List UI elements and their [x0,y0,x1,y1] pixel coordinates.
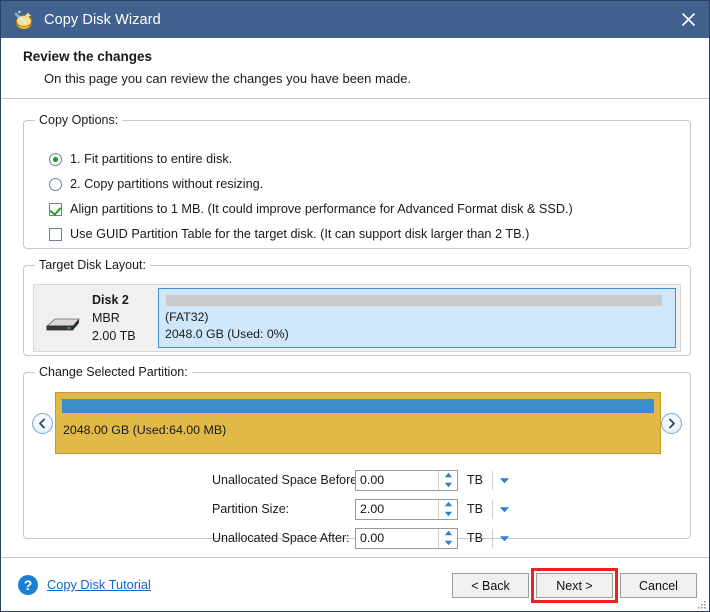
field-unit: TB [467,502,483,516]
field-label: Unallocated Space Before: [212,473,361,487]
option-label: 2. Copy partitions without resizing. [70,177,264,191]
option-fit-partitions[interactable]: 1. Fit partitions to entire disk. [49,152,232,166]
option-use-guid-partition-table[interactable]: Use GUID Partition Table for the target … [49,227,529,241]
option-label: 1. Fit partitions to entire disk. [70,152,233,166]
unallocated-space-before-input[interactable]: 0.00 [355,469,458,491]
spinner-down-icon [444,540,452,545]
target-disk-layout-group: Target Disk Layout: Disk 2 MBR 2.00 TB (… [23,258,691,356]
chevron-left-icon[interactable] [32,413,53,434]
checkbox-align-partitions[interactable] [49,202,62,216]
copy-options-legend: Copy Options: [39,113,119,127]
field-value: 2.00 [360,502,385,516]
footer-bar: ? Copy Disk Tutorial < Back Next > Cance… [2,557,709,611]
selected-partition-block[interactable]: 2048.00 GB (Used:64.00 MB) [55,392,661,454]
spinner-arrows[interactable] [438,528,457,548]
field-unit: TB [467,473,483,487]
cancel-button[interactable]: Cancel [620,573,697,598]
spinner-down-icon [444,511,452,516]
change-selected-partition-group: Change Selected Partition: 2048.00 GB (U… [23,365,691,549]
field-value: 0.00 [360,473,385,487]
copy-disk-wizard-window: Copy Disk Wizard Review the changes On t… [0,0,710,612]
window-title: Copy Disk Wizard [44,11,161,28]
target-disk-layout-legend: Target Disk Layout: [39,258,146,272]
target-partition-filesystem: (FAT32) [165,310,209,324]
field-unit: TB [467,531,483,545]
chevron-right-icon[interactable] [661,413,682,434]
question-mark-icon[interactable]: ? [18,575,38,595]
page-body: Copy Options: 1. Fit partitions to entir… [2,100,709,557]
page-header: Review the changes On this page you can … [2,38,709,99]
copy-disk-tutorial-link[interactable]: Copy Disk Tutorial [47,577,151,592]
target-partition-used-bar [166,295,662,306]
close-icon[interactable] [665,1,709,38]
target-disk-panel: Disk 2 MBR 2.00 TB (FAT32) 2048.0 GB (Us… [33,284,681,352]
field-unallocated-space-before: Unallocated Space Before: 0.00 TB [212,469,515,491]
spinner-down-icon [444,482,452,487]
disk-capacity: 2.00 TB [92,329,136,343]
unallocated-space-after-input[interactable]: 0.00 [355,527,458,549]
disk-wand-icon [13,9,35,31]
spinner-arrows[interactable] [438,470,457,490]
radio-copy-without-resizing[interactable] [49,177,62,191]
target-partition-block[interactable]: (FAT32) 2048.0 GB (Used: 0%) [158,288,676,348]
chevron-down-icon[interactable] [493,499,515,519]
copy-options-group: Copy Options: 1. Fit partitions to entir… [23,113,691,249]
option-copy-without-resizing[interactable]: 2. Copy partitions without resizing. [49,177,263,191]
chevron-down-icon[interactable] [493,470,515,490]
next-button[interactable]: Next > [536,573,613,598]
option-label: Use GUID Partition Table for the target … [70,227,530,241]
selected-partition-used-bar [62,399,654,413]
option-align-partitions[interactable]: Align partitions to 1 MB. (It could impr… [49,202,573,216]
spinner-arrows[interactable] [438,499,457,519]
field-value: 0.00 [360,531,385,545]
field-label: Partition Size: [212,502,290,516]
radio-fit-partitions[interactable] [49,152,62,166]
partition-size-input[interactable]: 2.00 [355,498,458,520]
page-subtitle: On this page you can review the changes … [44,71,412,86]
title-bar: Copy Disk Wizard [1,1,709,38]
spinner-up-icon [444,502,452,507]
change-selected-partition-legend: Change Selected Partition: [39,365,188,379]
checkbox-use-guid-partition-table[interactable] [49,227,62,241]
hard-disk-icon [43,315,81,333]
disk-info: Disk 2 MBR 2.00 TB [34,285,158,351]
selected-partition-label: 2048.00 GB (Used:64.00 MB) [63,423,227,437]
spinner-up-icon [444,473,452,478]
disk-name: Disk 2 [92,293,129,307]
field-partition-size: Partition Size: 2.00 TB [212,498,515,520]
resize-grip[interactable] [695,598,707,610]
chevron-down-icon[interactable] [493,528,515,548]
option-label: Align partitions to 1 MB. (It could impr… [70,202,573,216]
page-title: Review the changes [23,49,153,64]
field-unallocated-space-after: Unallocated Space After: 0.00 TB [212,527,515,549]
disk-scheme: MBR [92,311,120,325]
spinner-up-icon [444,531,452,536]
field-label: Unallocated Space After: [212,531,350,545]
back-button[interactable]: < Back [452,573,529,598]
target-partition-size: 2048.0 GB (Used: 0%) [165,327,289,341]
